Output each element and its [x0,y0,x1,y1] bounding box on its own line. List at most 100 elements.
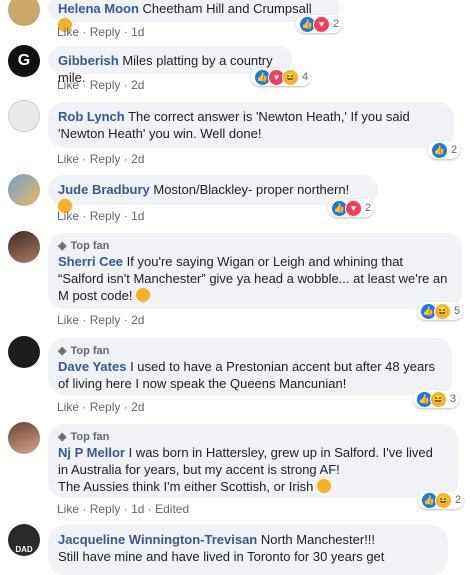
like-link[interactable]: Like [57,400,79,414]
comment-actions: Like · Reply · 2d [57,78,144,92]
reaction-count: 3 [450,393,457,405]
reaction-summary[interactable]: 👍 ♥ 2 [296,15,343,33]
separator: · [123,209,128,223]
author-name[interactable]: Jude Bradbury [58,182,150,197]
timestamp[interactable]: 1d [131,25,144,39]
comment-actions: Like · Reply · 2d [57,400,144,414]
separator: · [123,502,128,516]
top-fan-badge: ◈ Top fan [58,344,440,358]
comment-text-line2: The Aussies think I'm either Scottish, o… [58,479,314,494]
reply-link[interactable]: Reply [90,25,121,39]
top-fan-badge: ◈ Top fan [58,430,446,444]
comment-actions: Like · Reply · 2d [57,313,144,327]
love-reaction-icon: ♥ [313,15,330,33]
timestamp[interactable]: 2d [131,78,144,92]
avatar[interactable] [8,174,40,206]
timestamp[interactable]: 1d [131,209,144,223]
separator: · [82,502,87,516]
comment-text: North Manchester!!! [260,532,376,547]
reaction-count: 2 [365,202,372,214]
reaction-count: 5 [454,305,461,317]
separator: · [123,25,128,39]
timestamp[interactable]: 2d [131,400,144,414]
top-fan-label: Top fan [70,430,110,443]
reply-link[interactable]: Reply [90,502,121,516]
like-link[interactable]: Like [57,25,79,39]
avatar[interactable] [8,336,40,368]
separator: · [82,400,87,414]
separator: · [82,209,87,223]
comment-bubble: ◈ Top fan Nj P Mellor I was born in Hatt… [48,424,458,498]
separator: · [123,313,128,327]
like-link[interactable]: Like [57,78,79,92]
author-name[interactable]: Nj P Mellor [58,445,125,460]
emoji-icon [317,479,331,493]
reaction-count: 2 [451,144,458,156]
separator: · [82,313,87,327]
author-name[interactable]: Jacqueline Winnington-Trevisan [58,532,257,547]
comment-text-line2: Still have mine and have lived in Toront… [58,549,385,564]
top-fan-badge: ◈ Top fan [58,239,450,253]
timestamp[interactable]: 1d [131,502,144,516]
avatar[interactable] [8,0,40,26]
reply-link[interactable]: Reply [90,313,121,327]
timestamp[interactable]: 2d [131,152,144,166]
author-name[interactable]: Gibberish [58,53,119,68]
reply-link[interactable]: Reply [90,78,121,92]
author-name[interactable]: Sherri Cee [58,254,123,269]
like-link[interactable]: Like [57,209,79,223]
comment-bubble: ◈ Top fan Dave Yates I used to have a Pr… [48,338,452,395]
separator: · [82,25,87,39]
avatar[interactable] [8,100,40,132]
reaction-summary[interactable]: 👍 😆 5 [417,302,464,320]
edited-label[interactable]: Edited [155,502,189,516]
comment-actions: Like · Reply · 2d [57,152,144,166]
reaction-summary[interactable]: 👍 😆 3 [413,390,460,408]
diamond-icon: ◈ [58,344,67,357]
author-name[interactable]: Dave Yates [58,359,126,374]
comment-text: Cheetham Hill and Crumpsall [142,1,312,16]
like-link[interactable]: Like [57,313,79,327]
reply-link[interactable]: Reply [90,152,121,166]
avatar[interactable] [8,422,40,454]
separator: · [123,400,128,414]
separator: · [123,78,128,92]
avatar[interactable]: DAD [8,524,40,556]
comment-bubble: Rob Lynch The correct answer is 'Newton … [48,102,454,148]
comment-actions: Like · Reply · 1d [57,25,144,39]
haha-reaction-icon: 😆 [434,302,451,320]
top-fan-label: Top fan [70,344,110,357]
avatar-logo: G [17,52,31,69]
reaction-summary[interactable]: 👍 2 [428,141,461,159]
avatar[interactable] [8,231,40,263]
haha-reaction-icon: 😆 [282,68,299,86]
haha-reaction-icon: 😆 [435,491,452,509]
author-name[interactable]: Rob Lynch [58,109,125,124]
timestamp[interactable]: 2d [131,313,144,327]
love-reaction-icon: ♥ [345,199,362,217]
reaction-count: 2 [333,18,340,30]
avatar-label: DAD [15,545,33,554]
separator: · [82,152,87,166]
comment-actions: Like · Reply · 1d [57,209,144,223]
reaction-summary[interactable]: 👍 😆 2 [418,491,465,509]
reaction-summary[interactable]: 👍 ♥ 😆 4 [251,68,312,86]
author-name[interactable]: Helena Moon [58,1,139,16]
top-fan-label: Top fan [70,239,110,252]
diamond-icon: ◈ [58,239,67,252]
like-link[interactable]: Like [57,502,79,516]
comment-bubble: ◈ Top fan Sherri Cee If you're saying Wi… [48,233,462,309]
comment-bubble: Jude Bradbury Moston/Blackley- proper no… [48,175,378,213]
like-reaction-icon: 👍 [431,141,448,159]
separator: · [123,152,128,166]
avatar[interactable]: G [8,45,40,77]
comment-actions: Like · Reply · 1d · Edited [57,502,189,516]
reply-link[interactable]: Reply [90,400,121,414]
diamond-icon: ◈ [58,430,67,443]
like-link[interactable]: Like [57,152,79,166]
reaction-summary[interactable]: 👍 ♥ 2 [328,199,375,217]
comment-bubble: Jacqueline Winnington-Trevisan North Man… [48,525,448,575]
reaction-count: 4 [302,71,309,83]
separator: · [82,78,87,92]
reply-link[interactable]: Reply [90,209,121,223]
